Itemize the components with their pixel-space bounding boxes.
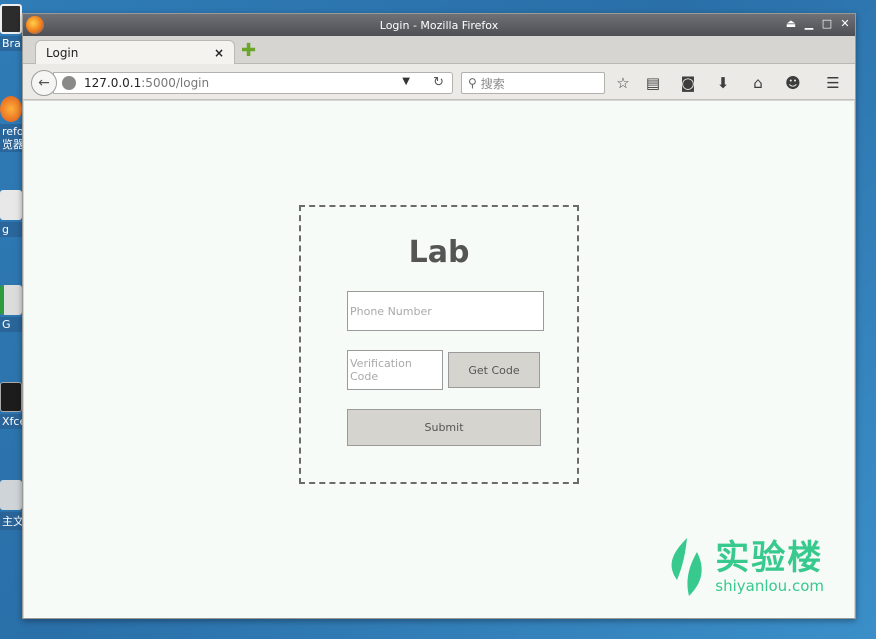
tab-close-icon[interactable]: × [214, 46, 224, 60]
folder-icon [0, 480, 22, 510]
back-arrow-icon: ← [38, 75, 50, 91]
search-icon: ⚲ [468, 76, 477, 90]
home-icon[interactable]: ⌂ [748, 73, 768, 93]
maximize-icon[interactable]: □ [821, 17, 833, 31]
terminal-icon [0, 382, 22, 412]
navigation-toolbar: 127.0.0.1:5000/login ▼ ↻ ← ⚲ 搜索 ☆ ▤ ◙ ⬇ … [23, 64, 855, 100]
window-titlebar[interactable]: Login - Mozilla Firefox ⏏ ▁ □ ✕ [23, 14, 855, 36]
watermark-english-text: shiyanlou.com [715, 577, 824, 595]
firefox-icon [26, 16, 44, 34]
search-placeholder: 搜索 [480, 76, 505, 91]
desktop-icon-label: g [0, 222, 24, 237]
tab-label: Login [46, 46, 79, 60]
submit-button[interactable]: Submit [347, 409, 541, 446]
desktop-icon-label: Bra [0, 36, 24, 51]
tab-login[interactable]: Login × [35, 40, 235, 65]
verification-code-input[interactable]: Verification Code [347, 350, 443, 390]
firefox-icon [0, 96, 22, 122]
watermark-chinese-text: 实验楼 [715, 538, 824, 578]
shiyanlou-logo-icon [671, 538, 702, 596]
url-bar[interactable]: 127.0.0.1:5000/login ▼ ↻ [53, 72, 453, 94]
app-icon [0, 285, 22, 315]
menu-icon[interactable]: ☰ [823, 73, 843, 93]
browser-icon [0, 4, 22, 34]
phone-number-input[interactable]: Phone Number [347, 291, 544, 331]
url-dropdown-icon[interactable]: ▼ [402, 76, 410, 87]
close-icon[interactable]: ✕ [839, 17, 851, 31]
verification-code-placeholder: Verification Code [350, 357, 412, 383]
desktop-icon-label: G [0, 317, 24, 332]
new-tab-icon[interactable]: ✚ [241, 42, 259, 60]
browser-window: Login - Mozilla Firefox ⏏ ▁ □ ✕ Login × … [22, 13, 856, 619]
shiyanlou-watermark: 实验楼 shiyanlou.com [663, 536, 824, 598]
desktop-icon-label: Xfce [0, 414, 24, 429]
search-input[interactable]: ⚲ 搜索 [461, 72, 605, 94]
shade-icon[interactable]: ⏏ [785, 17, 797, 31]
bookmark-star-icon[interactable]: ☆ [613, 73, 633, 93]
login-form: Lab Phone Number Verification Code Get C… [299, 205, 579, 484]
pocket-icon[interactable]: ◙ [678, 73, 698, 93]
text-editor-icon [0, 190, 22, 220]
minimize-icon[interactable]: ▁ [803, 17, 815, 31]
chat-icon[interactable]: ☻ [783, 73, 803, 93]
desktop-icon-browser[interactable]: Bra [0, 4, 24, 51]
reload-icon[interactable]: ↻ [433, 75, 444, 90]
back-button[interactable]: ← [31, 70, 57, 96]
get-code-button[interactable]: Get Code [448, 352, 540, 388]
tab-bar: Login × ✚ [23, 36, 855, 65]
window-title: Login - Mozilla Firefox [379, 18, 499, 32]
phone-number-placeholder: Phone Number [350, 304, 432, 318]
desktop-icon-label: refo 览器 [0, 124, 24, 152]
page-title: Lab [408, 235, 470, 270]
desktop-icon-g[interactable]: G [0, 285, 24, 332]
download-icon[interactable]: ⬇ [713, 73, 733, 93]
url-host: 127.0.0.1 [84, 76, 142, 90]
globe-icon [62, 76, 76, 90]
url-path: :5000/login [141, 76, 210, 90]
reading-list-icon[interactable]: ▤ [643, 73, 663, 93]
desktop-icon-gedit[interactable]: g [0, 190, 24, 237]
desktop-icon-firefox[interactable]: refo 览器 [0, 96, 24, 152]
desktop-icon-terminal[interactable]: Xfce [0, 382, 24, 429]
desktop-icon-label: 主文 [0, 512, 24, 530]
page-viewport: Lab Phone Number Verification Code Get C… [24, 101, 854, 618]
window-controls: ⏏ ▁ □ ✕ [785, 17, 851, 31]
desktop-icon-home[interactable]: 主文 [0, 480, 24, 530]
